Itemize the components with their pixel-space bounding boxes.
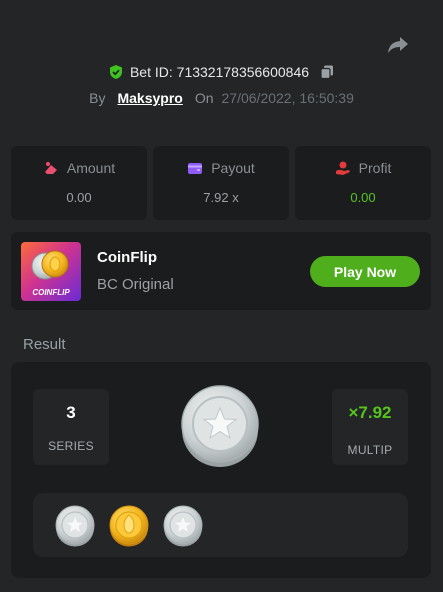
result-heading: Result [23,336,66,353]
silver-coin-icon [55,505,95,547]
series-label: SERIES [48,439,94,453]
play-now-button[interactable]: Play Now [310,256,420,287]
payout-value: 7.92 x [203,190,239,205]
bet-stats: Amount 0.00 Payout 7.92 x Profit 0.00 [11,146,431,220]
series-value: 3 [66,403,76,422]
coin-history [33,493,408,557]
result-panel: 3 SERIES ×7.92 MULTIP [11,362,431,578]
game-card: COINFLIP CoinFlip BC Original Play Now [11,232,431,310]
copy-icon[interactable] [319,64,335,80]
game-provider: BC Original [97,276,174,293]
coin-stack-icon [31,250,69,280]
multiplier-box: ×7.92 MULTIP [332,389,408,465]
multiplier-value: ×7.92 [348,403,392,422]
by-label: By [89,90,106,106]
share-icon[interactable] [386,32,410,56]
thumbnail-title: COINFLIP [32,288,70,297]
payout-label: Payout [211,160,255,176]
amount-value: 0.00 [66,190,92,205]
game-thumbnail[interactable]: COINFLIP [21,242,81,301]
amount-label: Amount [66,160,116,176]
coins-icon [44,162,57,174]
gold-coin-icon [109,505,149,547]
shield-check-icon [109,65,122,79]
stat-profit: Profit 0.00 [295,146,431,220]
username-link[interactable]: Maksypro [117,90,182,106]
bet-datetime: 27/06/2022, 16:50:39 [221,90,354,106]
silver-coin-icon [163,505,203,547]
stat-payout: Payout 7.92 x [153,146,289,220]
profit-hand-icon [335,161,350,175]
stat-amount: Amount 0.00 [11,146,147,220]
wallet-icon [188,163,203,174]
profit-value: 0.00 [350,190,376,205]
silver-coin-result-icon [181,385,259,467]
on-label: On [194,90,214,106]
bet-id-text: Bet ID: 71332178356600846 [129,64,310,80]
author-row: By Maksypro On 27/06/2022, 16:50:39 [0,90,443,106]
bet-id-row: Bet ID: 71332178356600846 [0,64,443,80]
multiplier-label: MULTIP [347,443,393,457]
game-name[interactable]: CoinFlip [97,249,157,266]
profit-label: Profit [358,160,392,176]
series-box: 3 SERIES [33,389,109,465]
